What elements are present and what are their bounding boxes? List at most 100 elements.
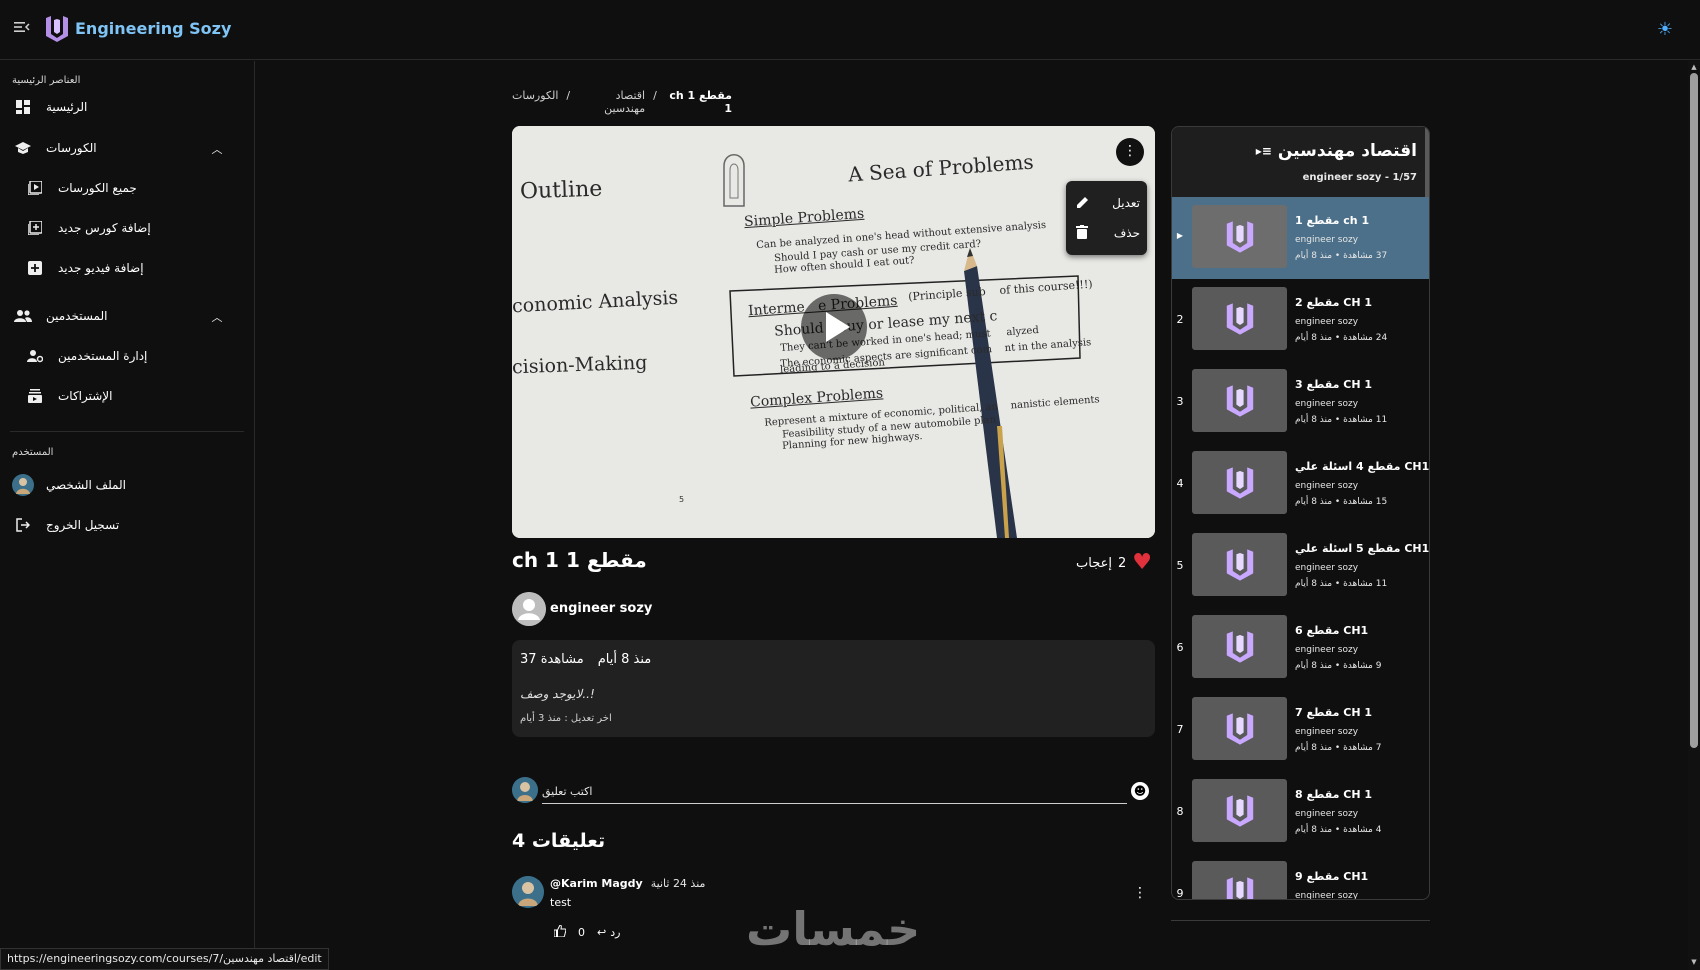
sidebar-item-label: الملف الشخصي bbox=[46, 478, 126, 492]
sidebar-item-label: المستخدمين bbox=[46, 309, 108, 323]
likes-label: إعجاب bbox=[1076, 555, 1112, 571]
sidebar-item-profile[interactable]: الملف الشخصي bbox=[12, 470, 126, 500]
view-count: 37 مشاهدة bbox=[520, 652, 584, 667]
playlist-item-meta: 24 مشاهدة • منذ 8 أيام bbox=[1295, 333, 1388, 343]
sidebar-item-users[interactable]: المستخدمين ︿ bbox=[12, 301, 242, 331]
video-options-menu: تعديل حذف bbox=[1066, 181, 1147, 255]
playlist-item-channel: engineer sozy bbox=[1295, 809, 1359, 819]
sun-icon[interactable]: ☀ bbox=[1654, 19, 1676, 41]
playlist-thumbnail bbox=[1192, 697, 1287, 760]
manage-accounts-icon bbox=[24, 345, 46, 367]
video-title: مقطع 1 ch 1 bbox=[512, 548, 647, 572]
emoji-icon[interactable]: ☻ bbox=[1131, 782, 1149, 800]
page-scrollbar[interactable]: ▲ ▼ bbox=[1688, 61, 1700, 970]
breadcrumb-separator: / bbox=[653, 89, 657, 102]
edit-icon bbox=[1076, 195, 1090, 212]
subscriptions-icon bbox=[24, 385, 46, 407]
playlist-item-channel: engineer sozy bbox=[1295, 481, 1359, 491]
sidebar-item-add-course[interactable]: إضافة كورس جديد bbox=[24, 213, 151, 243]
sidebar-section-main: العناصر الرئيسية bbox=[12, 75, 81, 86]
comment-author[interactable]: @Karim Magdy bbox=[550, 877, 643, 890]
comments-count: 4 تعليقات bbox=[512, 830, 606, 852]
playlist-item-channel: engineer sozy bbox=[1295, 235, 1359, 245]
sidebar-item-manage-users[interactable]: إدارة المستخدمين bbox=[24, 341, 147, 371]
heart-icon: ♥ bbox=[1132, 550, 1152, 575]
sidebar: العناصر الرئيسية الرئيسية الكورسات ︿ جمي… bbox=[0, 61, 255, 970]
breadcrumb-course-link[interactable]: اقتصاد مهندسين bbox=[578, 89, 645, 115]
slide-text: Outline bbox=[519, 176, 603, 205]
play-button[interactable] bbox=[801, 294, 867, 360]
menu-item-delete[interactable]: حذف bbox=[1076, 219, 1140, 247]
reply-button[interactable]: ↩ رد bbox=[597, 926, 620, 939]
menu-collapse-icon[interactable] bbox=[14, 20, 34, 40]
playlist-thumbnail bbox=[1192, 533, 1287, 596]
trash-icon bbox=[1076, 224, 1088, 242]
scroll-up-icon[interactable]: ▲ bbox=[1690, 63, 1698, 71]
more-vert-icon[interactable]: ⋮ bbox=[1133, 885, 1147, 901]
video-player[interactable]: Outline A Sea of Problems conomic Analys… bbox=[512, 126, 1155, 538]
channel-avatar[interactable] bbox=[512, 592, 546, 626]
sidebar-item-home[interactable]: الرئيسية bbox=[12, 92, 87, 122]
library-add-icon bbox=[24, 217, 46, 239]
chevron-up-icon[interactable]: ︿ bbox=[210, 309, 224, 324]
playlist-item-index: 4 bbox=[1176, 477, 1184, 490]
status-url: https://engineeringsozy.com/courses/7/اق… bbox=[0, 948, 329, 970]
channel-name[interactable]: engineer sozy bbox=[550, 601, 652, 616]
sidebar-item-add-video[interactable]: إضافة فيديو جديد bbox=[24, 253, 144, 283]
scroll-down-icon[interactable]: ▼ bbox=[1690, 958, 1698, 966]
sidebar-item-logout[interactable]: تسجيل الخروج bbox=[12, 510, 119, 540]
playlist-item[interactable]: ▶ مقطع 1 ch 1 engineer sozy 37 مشاهدة • منذ… bbox=[1172, 197, 1429, 279]
reply-icon: ↩ bbox=[597, 926, 607, 939]
sidebar-section-user: المستخدم bbox=[12, 447, 54, 458]
playlist-item[interactable]: 3 مقطع 3 CH 1 engineer sozy 11 مشاهدة • منذ… bbox=[1172, 361, 1429, 443]
playlist-item-title: مقطع 1 ch 1 bbox=[1295, 214, 1370, 227]
playlist-item-meta: 7 مشاهدة • منذ 8 أيام bbox=[1295, 743, 1382, 753]
playlist-title-row: اقتصاد مهندسين ≡▸ bbox=[1256, 141, 1417, 161]
menu-item-edit[interactable]: تعديل bbox=[1076, 189, 1140, 217]
breadcrumb-separator: / bbox=[566, 89, 571, 102]
playlist-item-meta: 4 مشاهدة • منذ 8 أيام bbox=[1295, 825, 1382, 835]
playlist-item-title: مقطع 4 اسئلة علي CH1 bbox=[1295, 460, 1430, 473]
playlist-thumbnail bbox=[1192, 205, 1287, 268]
upload-time: منذ 8 أيام bbox=[597, 652, 652, 667]
sidebar-item-label: تسجيل الخروج bbox=[46, 518, 120, 532]
avatar bbox=[512, 777, 538, 803]
sidebar-item-label: جميع الكورسات bbox=[58, 181, 137, 195]
app-title[interactable]: Engineering Sozy bbox=[75, 19, 231, 38]
avatar[interactable] bbox=[512, 876, 544, 908]
dashboard-icon bbox=[12, 96, 34, 118]
add-box-icon bbox=[24, 257, 46, 279]
app-logo[interactable] bbox=[44, 14, 70, 44]
playlist-item-channel: engineer sozy bbox=[1295, 399, 1359, 409]
playlist-item[interactable]: 4 مقطع 4 اسئلة علي CH1 engineer sozy 15 مشا… bbox=[1172, 443, 1430, 525]
playlist-item[interactable]: 2 مقطع 2 CH 1 engineer sozy 24 مشاهدة • منذ… bbox=[1172, 279, 1429, 361]
playlist-item-title: مقطع 3 CH 1 bbox=[1295, 378, 1373, 391]
playlist-item[interactable]: 5 مقطع 5 اسئلة علي CH1 engineer sozy 11 مشا… bbox=[1172, 525, 1429, 607]
thumb-up-icon[interactable] bbox=[553, 924, 567, 940]
scrollbar-thumb[interactable] bbox=[1690, 73, 1698, 748]
playlist-play-icon: ≡▸ bbox=[1255, 144, 1272, 158]
comment-body: test bbox=[550, 896, 572, 909]
playlist-item[interactable]: 6 مقطع 6 CH1 engineer sozy 9 مشاهدة • منذ 8… bbox=[1172, 607, 1429, 689]
comment-input[interactable] bbox=[542, 780, 1127, 804]
sidebar-divider bbox=[10, 431, 244, 432]
playlist-item-channel: engineer sozy bbox=[1295, 727, 1359, 737]
breadcrumb-courses-link[interactable]: الكورسات bbox=[512, 89, 558, 115]
sidebar-item-label: إضافة فيديو جديد bbox=[58, 261, 144, 275]
playlist-item[interactable]: 8 مقطع 8 CH 1 engineer sozy 4 مشاهدة • منذ … bbox=[1172, 771, 1429, 853]
more-vert-icon[interactable]: ⋮ bbox=[1116, 138, 1144, 166]
playlist-item[interactable]: 7 مقطع 7 CH 1 engineer sozy 7 مشاهدة • منذ … bbox=[1172, 689, 1429, 771]
sidebar-item-label: الرئيسية bbox=[46, 100, 88, 114]
sidebar-item-subscriptions[interactable]: الإشتراكات bbox=[24, 381, 112, 411]
people-icon bbox=[12, 305, 34, 327]
playlist-item-meta: 11 مشاهدة • منذ 8 أيام bbox=[1295, 415, 1388, 425]
playlist-item-index: 7 bbox=[1176, 723, 1184, 736]
playlist-item[interactable]: 9 مقطع 9 CH1 engineer sozy bbox=[1172, 853, 1429, 900]
chevron-up-icon[interactable]: ︿ bbox=[210, 141, 224, 156]
sidebar-item-courses[interactable]: الكورسات ︿ bbox=[12, 133, 242, 163]
playlist-item-title: مقطع 9 CH1 bbox=[1295, 870, 1369, 883]
playlist-thumbnail bbox=[1192, 861, 1287, 899]
like-button[interactable]: إعجاب 2 ♥ bbox=[1076, 550, 1152, 575]
sidebar-item-all-courses[interactable]: جميع الكورسات bbox=[24, 173, 137, 203]
playlist-item-index: 9 bbox=[1176, 887, 1184, 900]
